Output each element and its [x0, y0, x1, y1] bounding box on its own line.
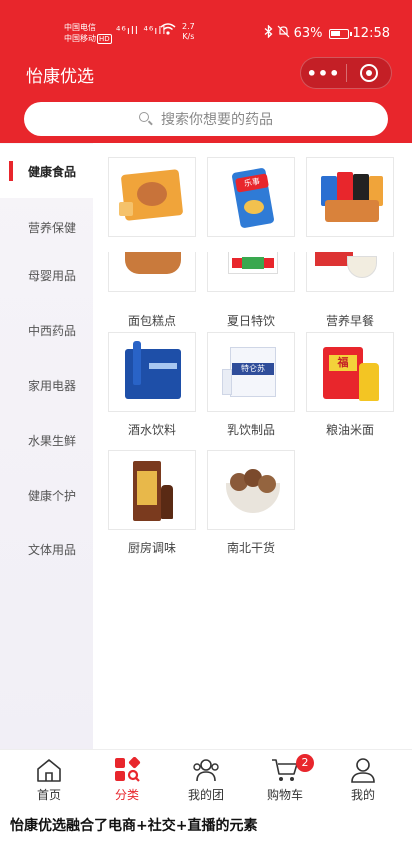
cart-icon: [271, 757, 299, 783]
sidebar-item-nutrition[interactable]: 营养保健: [0, 200, 93, 254]
carrier-bottom: 中国移动: [64, 34, 96, 43]
net-speed-value: 2.7: [182, 22, 195, 31]
product-tile-seasoning[interactable]: 厨房调味: [108, 450, 196, 556]
product-image-breakfast: [306, 252, 394, 292]
product-label: 南北干货: [226, 541, 275, 555]
sidebar-item-label: 家用电器: [28, 378, 77, 393]
product-tile-noodles[interactable]: [108, 157, 196, 237]
wifi-icon: [160, 23, 176, 38]
product-tile-grain-oil[interactable]: 福 粮油米面: [306, 332, 394, 438]
product-label: 粮油米面: [325, 423, 374, 437]
tab-my-group[interactable]: 我的团: [165, 750, 247, 806]
caption-text: 怡康优选融合了电商+社交+直播的元素: [10, 818, 258, 834]
product-image-grain-oil: 福: [306, 332, 394, 412]
sidebar-item-medicine[interactable]: 中西药品: [0, 303, 93, 357]
tab-category[interactable]: 分类: [86, 750, 168, 806]
product-tile-snacks[interactable]: [306, 157, 394, 237]
category-icon: [113, 756, 141, 783]
bluetooth-icon: [264, 24, 273, 42]
product-tile-bread[interactable]: 面包糕点: [108, 252, 196, 329]
tab-label: 购物车: [266, 788, 303, 802]
app-header: 中国电信 中国移动 HD ⁴⁶ıll ⁴⁶ıll 2.7 K/s 63% 12:5…: [0, 0, 412, 143]
sidebar-item-label: 母婴用品: [28, 268, 77, 283]
product-tile-chips[interactable]: 乐事: [207, 157, 295, 237]
sidebar-item-fresh-fruit[interactable]: 水果生鲜: [0, 413, 93, 467]
sidebar-item-label: 健康食品: [28, 164, 77, 179]
product-image-seasoning: [108, 450, 196, 530]
oil-brand-label: 福: [329, 355, 357, 371]
sidebar-item-personal-care[interactable]: 健康个护: [0, 468, 93, 522]
product-tile-dried-goods[interactable]: 南北干货: [207, 450, 295, 556]
net-speed: 2.7 K/s: [182, 22, 195, 42]
signal-icon: ⁴⁶ıll ⁴⁶ıll: [116, 24, 167, 37]
sidebar-item-label: 水果生鲜: [28, 433, 77, 448]
product-image-snacks: [306, 157, 394, 237]
page-title: 怡康优选: [26, 67, 94, 87]
bottom-tab-bar: 首页 分类 我的团 购物车 我的: [0, 749, 412, 805]
sidebar-item-stationery[interactable]: 文体用品: [0, 522, 93, 576]
product-image-bread: [108, 252, 196, 292]
product-label: 乳饮制品: [226, 423, 275, 437]
product-image-dairy: 特仑苏: [207, 332, 295, 412]
sidebar-item-label: 健康个护: [28, 488, 77, 503]
product-label: 面包糕点: [127, 314, 176, 328]
search-placeholder: 搜索你想要的药品: [161, 112, 273, 128]
carrier-top: 中国电信: [64, 23, 96, 32]
product-label: 厨房调味: [127, 541, 176, 555]
user-icon: [349, 757, 377, 783]
tab-profile[interactable]: 我的: [322, 750, 404, 806]
product-image-chips: 乐事: [207, 157, 295, 237]
product-tile-dairy[interactable]: 特仑苏 乳饮制品: [207, 332, 295, 438]
product-image-dried-goods: [207, 450, 295, 530]
home-icon: [35, 757, 63, 783]
battery-icon: [328, 28, 352, 39]
product-tile-summer-drink[interactable]: 夏日特饮: [207, 252, 295, 329]
more-menu-button[interactable]: •••: [301, 64, 346, 83]
sidebar-item-health-food[interactable]: 健康食品: [0, 144, 93, 198]
tab-cart[interactable]: 购物车: [244, 750, 326, 806]
group-icon: [192, 757, 220, 783]
category-sidebar: 健康食品 营养保健 母婴用品 中西药品 家用电器 水果生鲜 健康个护 文体用品: [0, 143, 93, 749]
product-tile-breakfast[interactable]: 营养早餐: [306, 252, 394, 329]
battery-fill: [330, 30, 340, 36]
sidebar-item-label: 营养保健: [28, 220, 77, 235]
cart-count-badge: 2: [296, 754, 314, 772]
sidebar-item-label: 中西药品: [28, 323, 77, 338]
tab-label: 我的: [350, 788, 375, 802]
hd-badge: HD: [97, 34, 112, 44]
milk-brand-label: 特仑苏: [232, 363, 274, 375]
sidebar-item-maternal-baby[interactable]: 母婴用品: [0, 248, 93, 302]
sidebar-item-appliances[interactable]: 家用电器: [0, 358, 93, 412]
tab-home[interactable]: 首页: [8, 750, 90, 806]
status-bar: 中国电信 中国移动 HD ⁴⁶ıll ⁴⁶ıll 2.7 K/s 63% 12:5…: [0, 18, 412, 48]
battery-percent: 63%: [293, 26, 323, 41]
tab-label: 首页: [36, 788, 61, 802]
product-image-summer-drink: [207, 252, 295, 292]
search-icon: [139, 112, 153, 126]
mini-program-capsule: •••: [300, 57, 392, 89]
product-label: 酒水饮料: [127, 423, 176, 437]
product-label: 营养早餐: [325, 314, 374, 328]
product-tile-drinks[interactable]: 酒水饮料: [108, 332, 196, 438]
net-speed-unit: K/s: [182, 32, 195, 41]
tab-label: 我的团: [187, 788, 224, 802]
close-target-icon: [359, 64, 378, 82]
status-right: 63% 12:58: [264, 24, 390, 42]
carrier-info: 中国电信 中国移动 HD: [64, 22, 112, 44]
sidebar-item-label: 文体用品: [28, 542, 77, 557]
product-image-drinks: [108, 332, 196, 412]
product-image-noodles: [108, 157, 196, 237]
tab-label: 分类: [114, 788, 139, 802]
product-label: 夏日特饮: [226, 314, 275, 328]
clock: 12:58: [352, 26, 390, 41]
mute-bell-icon: [277, 25, 290, 42]
search-input[interactable]: 搜索你想要的药品: [24, 102, 388, 136]
close-button[interactable]: [347, 64, 391, 82]
